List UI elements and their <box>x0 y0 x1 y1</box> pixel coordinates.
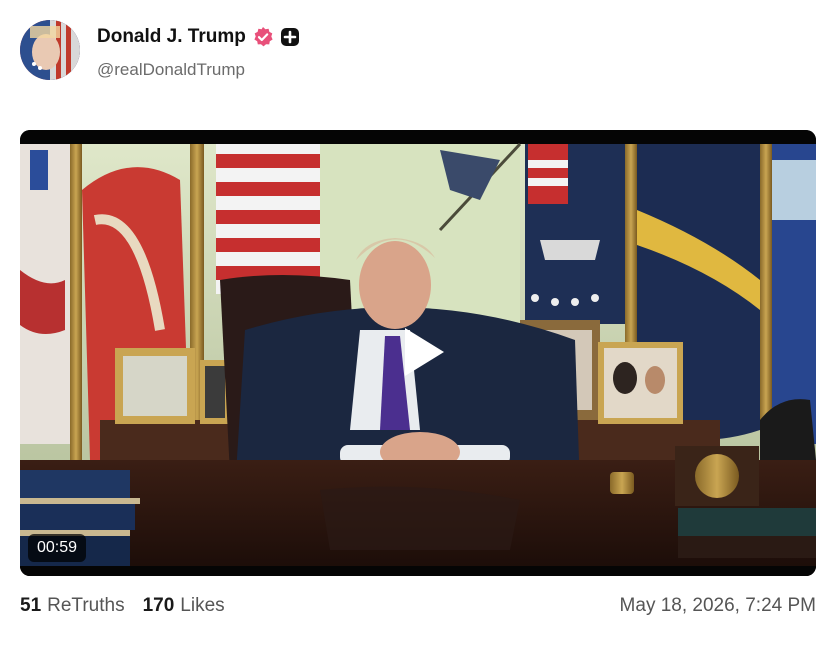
post-timestamp[interactable]: May 18, 2026, 7:24 PM <box>620 595 816 617</box>
video-player[interactable]: 00:59 <box>20 130 816 576</box>
retruths-label: ReTruths <box>47 595 125 616</box>
retruths-stat[interactable]: 51 ReTruths <box>20 595 125 617</box>
post-footer: 51 ReTruths 170 Likes May 18, 2026, 7:24… <box>20 592 816 620</box>
play-button[interactable] <box>374 296 466 408</box>
video-duration: 00:59 <box>28 534 87 562</box>
author-display-name[interactable]: Donald J. Trump <box>97 26 246 48</box>
likes-count: 170 <box>142 595 175 616</box>
likes-stat[interactable]: 170 Likes <box>143 595 225 617</box>
verified-badge-icon <box>252 26 274 48</box>
post-header: Donald J. Trump @realDonaldTrump <box>20 20 820 82</box>
plus-badge-icon <box>280 27 300 47</box>
play-icon <box>405 328 444 376</box>
author-handle[interactable]: @realDonaldTrump <box>97 60 245 80</box>
likes-label: Likes <box>180 595 225 616</box>
avatar[interactable] <box>20 20 80 80</box>
retruths-count: 51 <box>20 595 42 616</box>
